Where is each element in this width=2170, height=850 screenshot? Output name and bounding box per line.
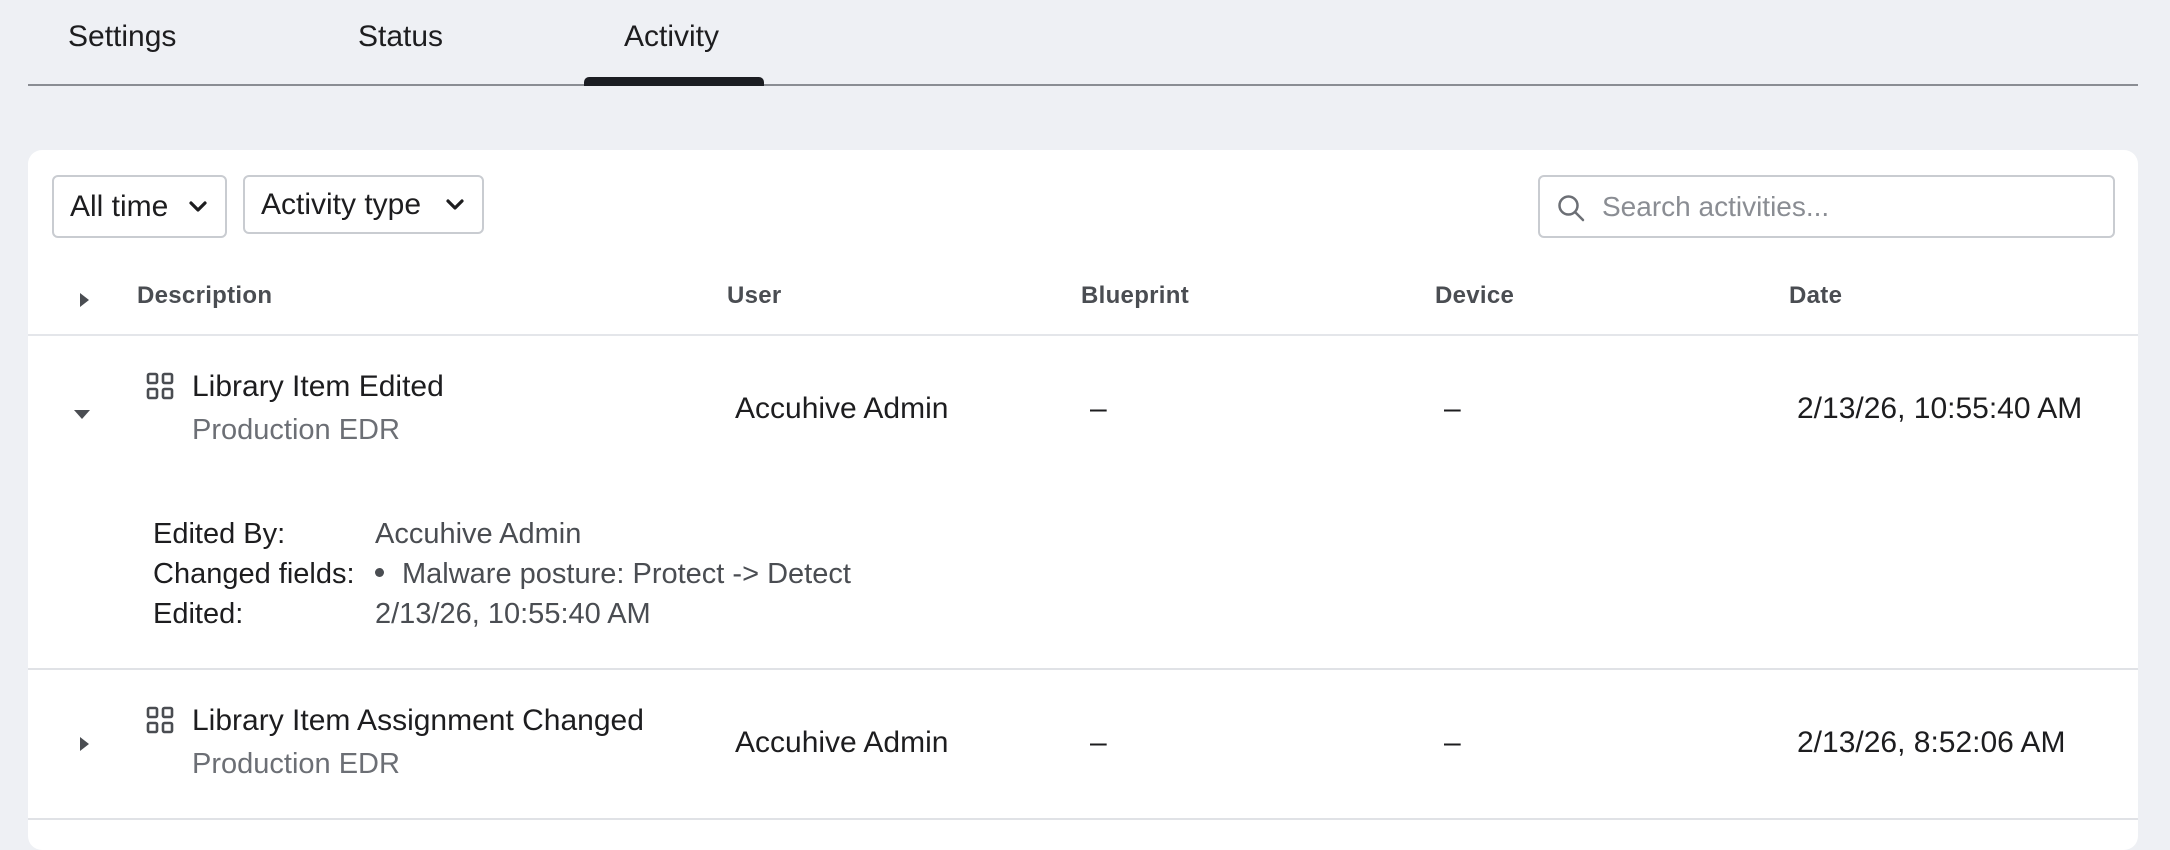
table-header: Description User Blueprint Device Date [28, 276, 2138, 336]
device-cell: – [1444, 726, 1461, 759]
activity-card: All time Activity type Description User … [28, 150, 2138, 850]
user-cell: Accuhive Admin [735, 726, 949, 759]
tab-settings[interactable]: Settings [68, 20, 176, 54]
edited-by-value: Accuhive Admin [375, 518, 582, 550]
blueprint-cell: – [1090, 392, 1107, 425]
active-tab-indicator [584, 77, 764, 86]
device-cell: – [1444, 392, 1461, 425]
chevron-down-icon [444, 194, 466, 216]
activity-type-label: Activity type [261, 187, 422, 221]
table-row[interactable]: Library Item Assignment Changed Producti… [28, 670, 2138, 820]
edited-by-label: Edited By: [153, 518, 286, 550]
caret-right-icon[interactable] [76, 290, 92, 310]
search-box [1538, 175, 2115, 238]
date-cell: 2/13/26, 10:55:40 AM [1797, 392, 2083, 425]
column-header-date[interactable]: Date [1789, 282, 1842, 310]
tab-status[interactable]: Status [358, 20, 443, 54]
edited-value: 2/13/26, 10:55:40 AM [375, 598, 651, 630]
changed-field-item: Malware posture: Protect -> Detect [375, 558, 851, 591]
edited-label: Edited: [153, 598, 244, 630]
chevron-down-icon [187, 196, 209, 218]
grid-icon [146, 706, 174, 734]
column-header-device[interactable]: Device [1435, 282, 1514, 310]
column-header-blueprint[interactable]: Blueprint [1081, 282, 1189, 310]
grid-icon [146, 372, 174, 400]
search-icon [1556, 193, 1586, 223]
activity-title: Library Item Edited [192, 370, 444, 403]
column-header-description[interactable]: Description [137, 282, 272, 310]
caret-right-icon[interactable] [76, 734, 92, 754]
caret-down-icon[interactable] [72, 406, 92, 422]
time-filter-dropdown[interactable]: All time [52, 175, 227, 238]
column-header-user[interactable]: User [727, 282, 782, 310]
changed-fields-label: Changed fields: [153, 558, 355, 590]
activity-subtitle: Production EDR [192, 414, 400, 446]
time-filter-label: All time [70, 189, 169, 223]
date-cell: 2/13/26, 8:52:06 AM [1797, 726, 2066, 759]
activity-title: Library Item Assignment Changed [192, 704, 644, 737]
activity-type-dropdown[interactable]: Activity type [243, 175, 484, 234]
activity-subtitle: Production EDR [192, 748, 400, 780]
search-input[interactable] [1602, 185, 2102, 229]
changed-field-text: Malware posture: Protect -> Detect [402, 558, 851, 590]
tab-bar: Settings Status Activity [28, 0, 2138, 86]
blueprint-cell: – [1090, 726, 1107, 759]
table-row[interactable]: Library Item Edited Production EDR Accuh… [28, 336, 2138, 670]
bullet-icon [375, 567, 384, 577]
tab-activity[interactable]: Activity [624, 20, 719, 54]
user-cell: Accuhive Admin [735, 392, 949, 425]
